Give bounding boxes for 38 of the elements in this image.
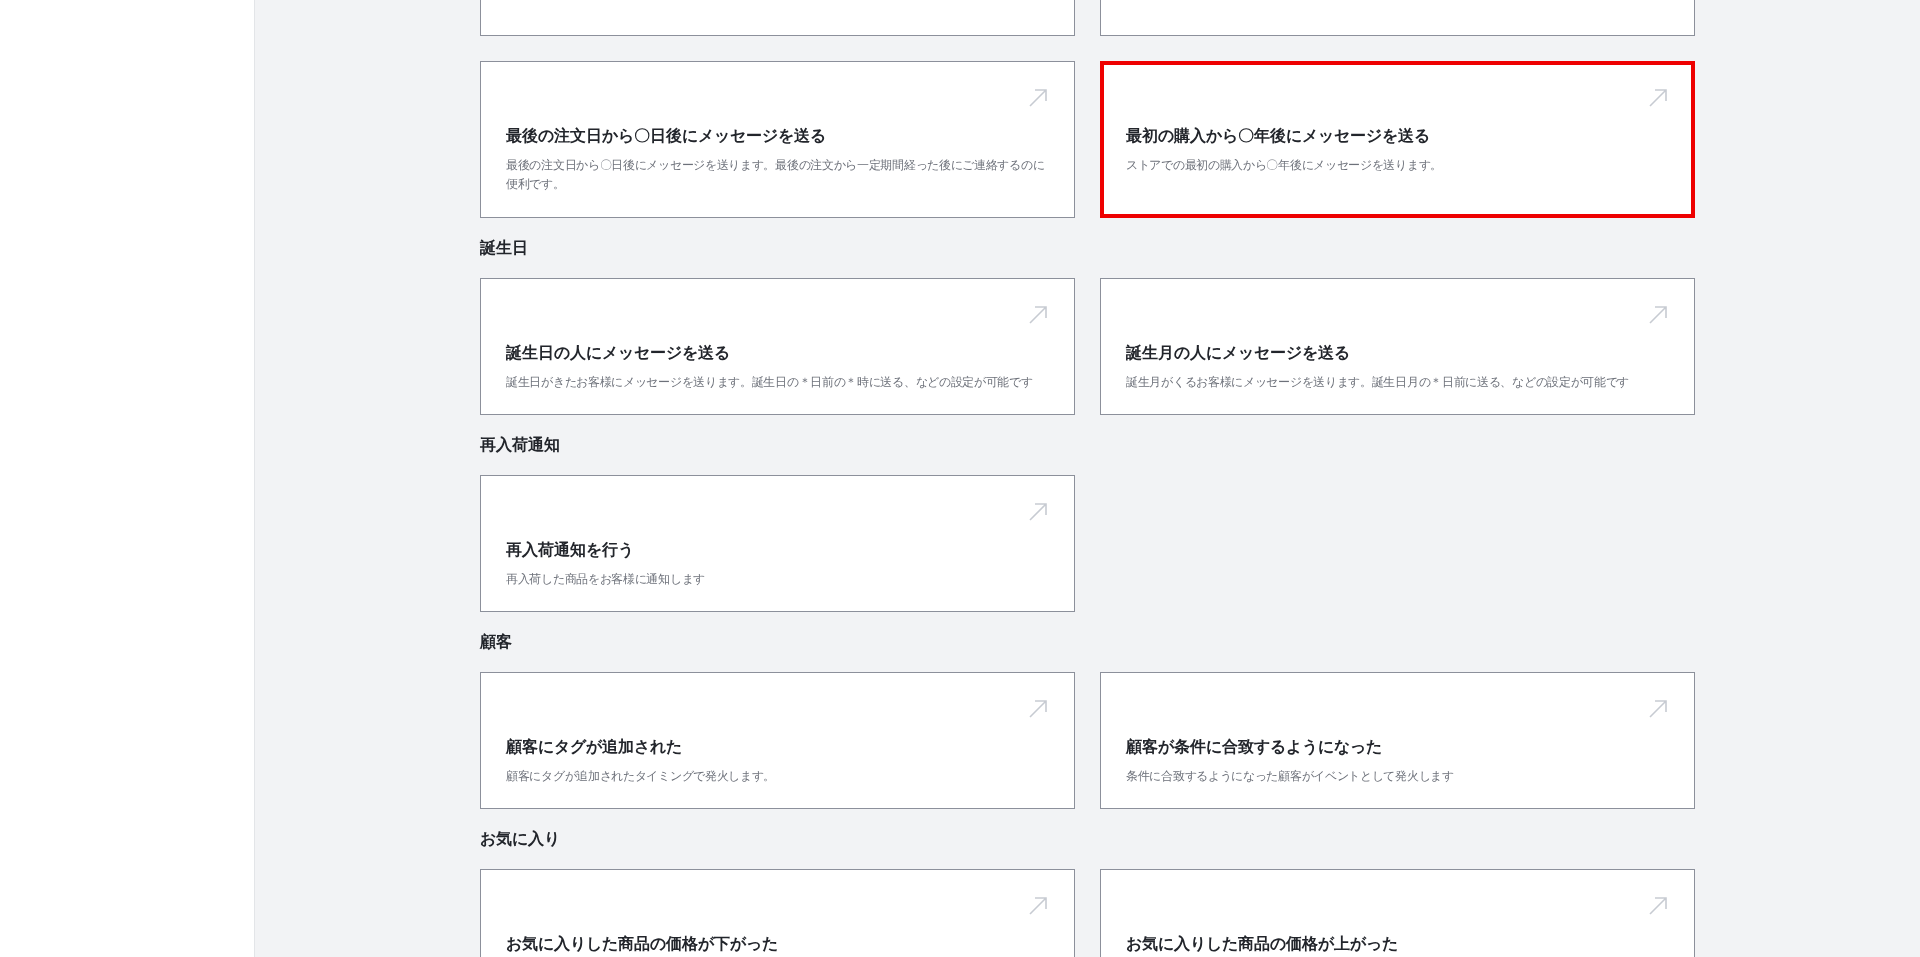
card-title: お気に入りした商品の価格が下がった bbox=[506, 933, 779, 955]
card-title: 再入荷通知を行う bbox=[506, 539, 635, 561]
section-heading: 顧客 bbox=[480, 631, 513, 654]
card-description: 再入荷した商品をお客様に通知します bbox=[506, 571, 706, 588]
trigger-card[interactable]: 誕生日の人にメッセージを送る 誕生日がきたお客様にメッセージを送ります。誕生日の＊日前の＊時に送る、などの設定が可能です bbox=[480, 278, 1075, 415]
trigger-card[interactable]: 最後の注文日から〇日後にメッセージを送る 最後の注文日から〇日後にメッセージを送ります。最後の注文から一定期間経った後にご連絡するのに便利です。 bbox=[480, 61, 1075, 218]
section-heading: 誕生日 bbox=[480, 237, 529, 260]
card-title: 誕生日の人にメッセージを送る bbox=[506, 342, 731, 364]
arrow-icon bbox=[1648, 88, 1668, 108]
card-description: 誕生日がきたお客様にメッセージを送ります。誕生日の＊日前の＊時に送る、などの設定が可能です bbox=[506, 374, 1034, 391]
arrow-icon bbox=[1028, 896, 1048, 916]
trigger-card[interactable]: お気に入りした商品の価格が下がった bbox=[480, 869, 1075, 957]
trigger-card[interactable]: 再入荷通知を行う 再入荷した商品をお客様に通知します bbox=[480, 475, 1075, 612]
card-title: 顧客が条件に合致するようになった bbox=[1126, 736, 1383, 758]
trigger-card[interactable]: 最初の購入から〇年後にメッセージを送る ストアでの最初の購入から〇年後にメッセージを送ります。 bbox=[1100, 61, 1695, 218]
arrow-icon bbox=[1028, 88, 1048, 108]
card-description: 最後の注文日から〇日後にメッセージを送ります。最後の注文から一定期間経った後にご連絡するのに便利です。 bbox=[506, 157, 1046, 193]
section-heading: お気に入り bbox=[480, 828, 561, 851]
arrow-icon bbox=[1028, 502, 1048, 522]
arrow-icon bbox=[1648, 305, 1668, 325]
section-heading: 再入荷通知 bbox=[480, 434, 561, 457]
card-title: 誕生月の人にメッセージを送る bbox=[1126, 342, 1351, 364]
arrow-icon bbox=[1648, 896, 1668, 916]
card-description: 顧客にタグが追加されたタイミングで発火します。 bbox=[506, 768, 777, 785]
card-title: お気に入りした商品の価格が上がった bbox=[1126, 933, 1399, 955]
card-description: 誕生月がくるお客様にメッセージを送ります。誕生日月の＊日前に送る、などの設定が可能です bbox=[1126, 374, 1631, 391]
card-title: 顧客にタグが追加された bbox=[506, 736, 683, 758]
card-title: 最後の注文日から〇日後にメッセージを送る bbox=[506, 125, 827, 147]
trigger-card[interactable]: お気に入りした商品の価格が上がった bbox=[1100, 869, 1695, 957]
card-title: 最初の購入から〇年後にメッセージを送る bbox=[1126, 125, 1431, 147]
trigger-card[interactable]: 誕生月の人にメッセージを送る 誕生月がくるお客様にメッセージを送ります。誕生日月の＊日前に送る、などの設定が可能です bbox=[1100, 278, 1695, 415]
arrow-icon bbox=[1028, 305, 1048, 325]
card-description: ストアでの最初の購入から〇年後にメッセージを送ります。 bbox=[1126, 157, 1443, 174]
trigger-card[interactable]: 顧客にタグが追加された 顧客にタグが追加されたタイミングで発火します。 bbox=[480, 672, 1075, 809]
card-description: 条件に合致するようになった顧客がイベントとして発火します bbox=[1126, 768, 1455, 785]
arrow-icon bbox=[1648, 699, 1668, 719]
arrow-icon bbox=[1028, 699, 1048, 719]
trigger-card[interactable]: 顧客が条件に合致するようになった 条件に合致するようになった顧客がイベントとして発火します bbox=[1100, 672, 1695, 809]
